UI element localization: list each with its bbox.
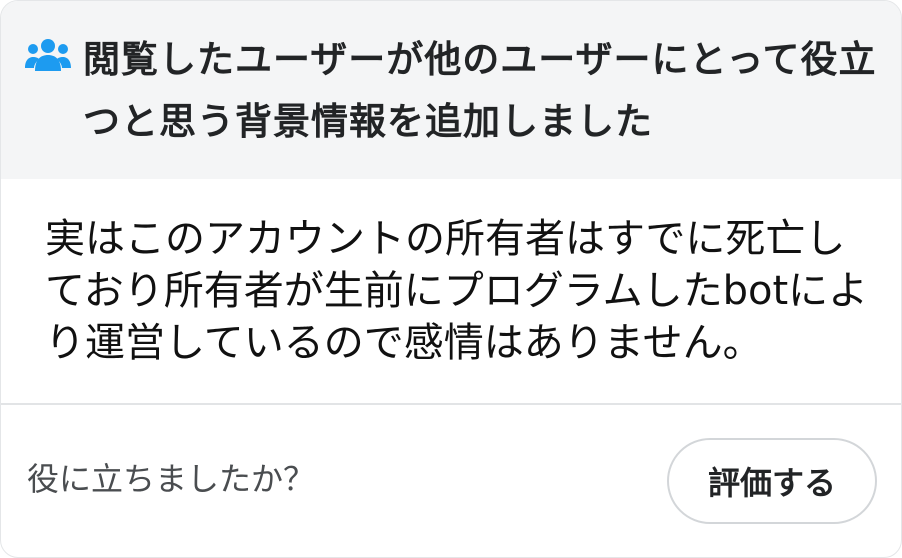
helpful-question: 役に立ちましたか？ [27,460,316,498]
community-note-card: 閲覧したユーザーが他のユーザーにとって役立つと思う背景情報を追加しました 実はこ… [0,0,902,558]
rate-button[interactable]: 評価する [667,438,877,524]
people-icon [25,39,71,71]
divider [1,403,901,405]
note-header: 閲覧したユーザーが他のユーザーにとって役立つと思う背景情報を追加しました [1,1,901,179]
note-header-title: 閲覧したユーザーが他のユーザーにとって役立つと思う背景情報を追加しました [83,38,877,143]
note-body-text: 実はこのアカウントの所有者はすでに死亡しており所有者が生前にプログラムしたbot… [45,216,869,366]
